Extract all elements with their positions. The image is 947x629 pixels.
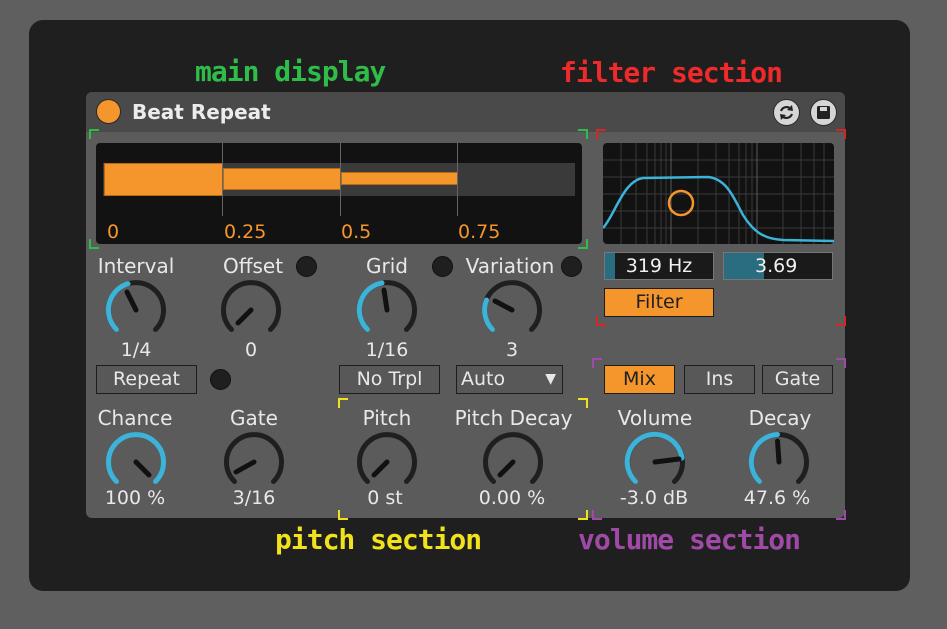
display-tick-label: 0 [107, 221, 120, 243]
grid-knob[interactable] [356, 280, 417, 340]
offset-sync-toggle[interactable] [296, 256, 317, 277]
grid-value: 1/16 [365, 339, 409, 361]
pitch-decay-label: Pitch Decay [454, 406, 573, 430]
swap-icon [779, 105, 794, 120]
volume-section-annotation: volume section [578, 523, 801, 556]
filter-frequency-field[interactable]: 319 Hz [604, 252, 714, 280]
chance-value: 100 % [104, 487, 166, 509]
pitch-section-bracket [338, 510, 348, 520]
filter-toggle-button[interactable]: Filter [604, 288, 714, 317]
gate-mode-button[interactable]: Gate [762, 365, 833, 394]
volume-section-bracket [836, 358, 846, 368]
volume-knob[interactable] [624, 431, 685, 492]
filter-section-bracket [836, 316, 846, 326]
repeat-slice [223, 168, 341, 190]
variation-knob[interactable] [482, 280, 542, 340]
display-tick-label: 0.5 [341, 221, 372, 243]
filter-response-display[interactable] [602, 143, 835, 244]
save-preset-button[interactable] [810, 99, 837, 126]
variation-value: 3 [505, 339, 519, 361]
repeat-indicator [210, 369, 231, 390]
filter-section-annotation: filter section [560, 56, 783, 89]
filter-frequency-value: 319 Hz [625, 255, 693, 277]
grid-sync-toggle[interactable] [432, 256, 453, 277]
device-power-button[interactable] [96, 99, 121, 124]
offset-label: Offset [222, 254, 284, 278]
chance-knob[interactable] [106, 432, 166, 492]
filter-section-bracket [596, 316, 606, 326]
display-tick-line [457, 143, 458, 216]
pitch-decay-knob[interactable] [483, 432, 543, 492]
pitch-knob[interactable] [357, 432, 417, 492]
interval-label: Interval [97, 254, 175, 278]
display-tick-label: 0.25 [224, 221, 267, 243]
variation-mode-value: Auto [461, 368, 506, 390]
decay-label: Decay [748, 406, 812, 430]
volume-section-bracket [592, 358, 602, 368]
pitch-value: 0 st [367, 487, 403, 509]
hot-swap-button[interactable] [773, 99, 800, 126]
gate-knob[interactable] [224, 432, 284, 492]
gate-label: Gate [230, 406, 278, 430]
volume-label: Volume [617, 406, 693, 430]
variation-label: Variation [465, 254, 555, 278]
offset-value: 0 [244, 339, 258, 361]
main-display-bracket [578, 129, 588, 139]
chance-label: Chance [97, 406, 173, 430]
grid-label: Grid [366, 254, 408, 278]
no-triplet-button[interactable]: No Trpl [339, 365, 440, 394]
pitch-decay-value: 0.00 % [478, 487, 546, 509]
dropdown-arrow-icon: ▼ [545, 371, 556, 387]
filter-section-bracket [596, 129, 606, 139]
offset-knob[interactable] [221, 280, 281, 340]
display-tick-line [340, 143, 341, 216]
gate-value: 3/16 [232, 487, 276, 509]
pitch-label: Pitch [362, 406, 412, 430]
volume-value: -3.0 dB [619, 487, 689, 509]
insert-mode-button[interactable]: Ins [684, 365, 755, 394]
repeat-slice [104, 163, 223, 196]
display-tick-label: 0.75 [458, 221, 501, 243]
main-display-bracket [89, 129, 99, 139]
pitch-section-annotation: pitch section [275, 523, 482, 556]
filter-width-field[interactable]: 3.69 [723, 252, 833, 280]
volume-section-bracket [836, 510, 846, 520]
decay-knob[interactable] [748, 432, 809, 492]
save-icon [817, 106, 830, 119]
decay-value: 47.6 % [743, 487, 811, 509]
filter-section-bracket [836, 129, 846, 139]
repeat-slice [341, 172, 458, 185]
display-tick-line [222, 143, 223, 216]
variation-mode-dropdown[interactable]: Auto ▼ [456, 365, 563, 394]
variation-sync-toggle[interactable] [561, 256, 582, 277]
interval-knob[interactable] [105, 280, 166, 340]
main-display-annotation: main display [195, 55, 386, 88]
interval-value: 1/4 [120, 339, 152, 361]
pitch-section-bracket [578, 510, 588, 520]
volume-section-bracket [592, 510, 602, 520]
filter-width-value: 3.69 [755, 255, 798, 277]
mix-mode-button[interactable]: Mix [604, 365, 675, 394]
repeat-button[interactable]: Repeat [96, 365, 197, 394]
device-title: Beat Repeat [132, 100, 271, 124]
